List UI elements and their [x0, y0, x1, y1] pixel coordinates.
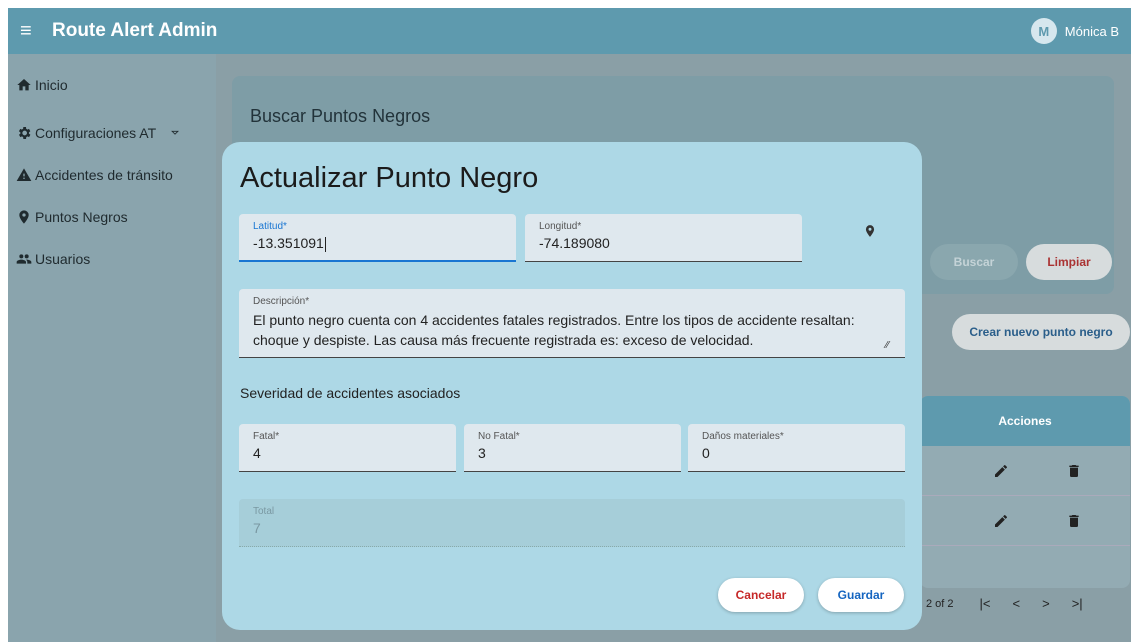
longitud-label: Longitud*	[539, 221, 582, 232]
app-bar: ≡ Route Alert Admin M Mónica B	[8, 8, 1131, 54]
edit-icon[interactable]	[993, 513, 1009, 529]
delete-icon[interactable]	[1066, 463, 1082, 479]
descripcion-label: Descripción*	[253, 296, 310, 307]
fatal-value: 4	[253, 445, 261, 461]
home-icon	[17, 79, 31, 91]
user-name: Mónica B	[1064, 23, 1119, 39]
sidebar-item-label: Accidentes de tránsito	[35, 167, 173, 183]
descripcion-field[interactable]: Descripción* El punto negro cuenta con 4…	[239, 289, 905, 358]
sidebar-item-inicio[interactable]: Inicio	[8, 64, 216, 106]
user-menu[interactable]: M Mónica B	[1030, 18, 1119, 44]
next-page-icon[interactable]: >	[1042, 596, 1050, 611]
warning-icon	[16, 168, 32, 181]
table-row	[920, 496, 1130, 546]
fatal-field[interactable]: Fatal* 4	[239, 424, 456, 472]
table-row	[920, 446, 1130, 496]
users-icon	[16, 254, 32, 264]
danos-label: Daños materiales*	[702, 431, 784, 442]
total-label: Total	[253, 506, 275, 517]
danos-materiales-field[interactable]: Daños materiales* 0	[688, 424, 905, 472]
app-title: Route Alert Admin	[52, 20, 218, 41]
update-dialog: Actualizar Punto Negro Latitud* -13.3510…	[222, 142, 922, 630]
latitud-label: Latitud*	[253, 221, 287, 232]
descripcion-value: El punto negro cuenta con 4 accidentes f…	[253, 312, 855, 348]
results-table: Acciones	[920, 396, 1130, 588]
fatal-label: Fatal*	[253, 431, 280, 442]
chevron-down-icon[interactable]	[168, 126, 182, 140]
pagination: 2 of 2 |< < > >|	[926, 596, 1083, 611]
danos-value: 0	[702, 445, 710, 461]
prev-page-icon[interactable]: <	[1013, 596, 1021, 611]
sidebar-item-label: Configuraciones AT	[35, 125, 157, 141]
total-field: Total 7	[239, 499, 905, 547]
sidebar-item-configuraciones[interactable]: Configuraciones AT	[8, 112, 216, 154]
resize-handle-icon[interactable]: ⁄⁄	[886, 340, 889, 351]
latitud-value: -13.351091	[253, 235, 324, 251]
location-pin-icon	[19, 210, 29, 224]
no-fatal-label: No Fatal*	[478, 431, 520, 442]
sidebar-item-puntos-negros[interactable]: Puntos Negros	[8, 196, 216, 238]
latitud-field[interactable]: Latitud* -13.351091	[239, 214, 516, 262]
table-header-acciones: Acciones	[920, 396, 1130, 446]
longitud-value: -74.189080	[539, 235, 610, 251]
longitud-field[interactable]: Longitud* -74.189080	[525, 214, 802, 262]
no-fatal-value: 3	[478, 445, 486, 461]
gear-icon	[18, 127, 31, 139]
sidebar-item-accidentes[interactable]: Accidentes de tránsito	[8, 154, 216, 196]
sidebar-item-label: Puntos Negros	[35, 209, 128, 225]
sidebar: Inicio Configuraciones AT Accidentes de …	[8, 54, 216, 642]
sidebar-item-label: Usuarios	[35, 251, 91, 267]
pagination-label: 2 of 2	[926, 597, 954, 610]
sidebar-item-usuarios[interactable]: Usuarios	[8, 238, 216, 280]
menu-icon[interactable]: ≡	[20, 20, 46, 43]
cancel-button[interactable]: Cancelar	[718, 578, 804, 612]
save-button[interactable]: Guardar	[818, 578, 904, 612]
crear-punto-negro-button[interactable]: Crear nuevo punto negro	[952, 314, 1130, 350]
edit-icon[interactable]	[993, 463, 1009, 479]
total-value: 7	[253, 520, 261, 536]
first-page-icon[interactable]: |<	[980, 596, 991, 611]
delete-icon[interactable]	[1066, 513, 1082, 529]
severity-heading: Severidad de accidentes asociados	[240, 385, 461, 401]
search-title: Buscar Puntos Negros	[250, 106, 431, 126]
avatar[interactable]: M	[1030, 18, 1057, 44]
sidebar-item-label: Inicio	[35, 77, 68, 93]
no-fatal-field[interactable]: No Fatal* 3	[464, 424, 681, 472]
dialog-title: Actualizar Punto Negro	[240, 162, 539, 194]
limpiar-button[interactable]: Limpiar	[1026, 244, 1112, 280]
location-pin-icon[interactable]	[863, 222, 877, 240]
buscar-button[interactable]: Buscar	[930, 244, 1018, 280]
last-page-icon[interactable]: >|	[1072, 596, 1083, 611]
